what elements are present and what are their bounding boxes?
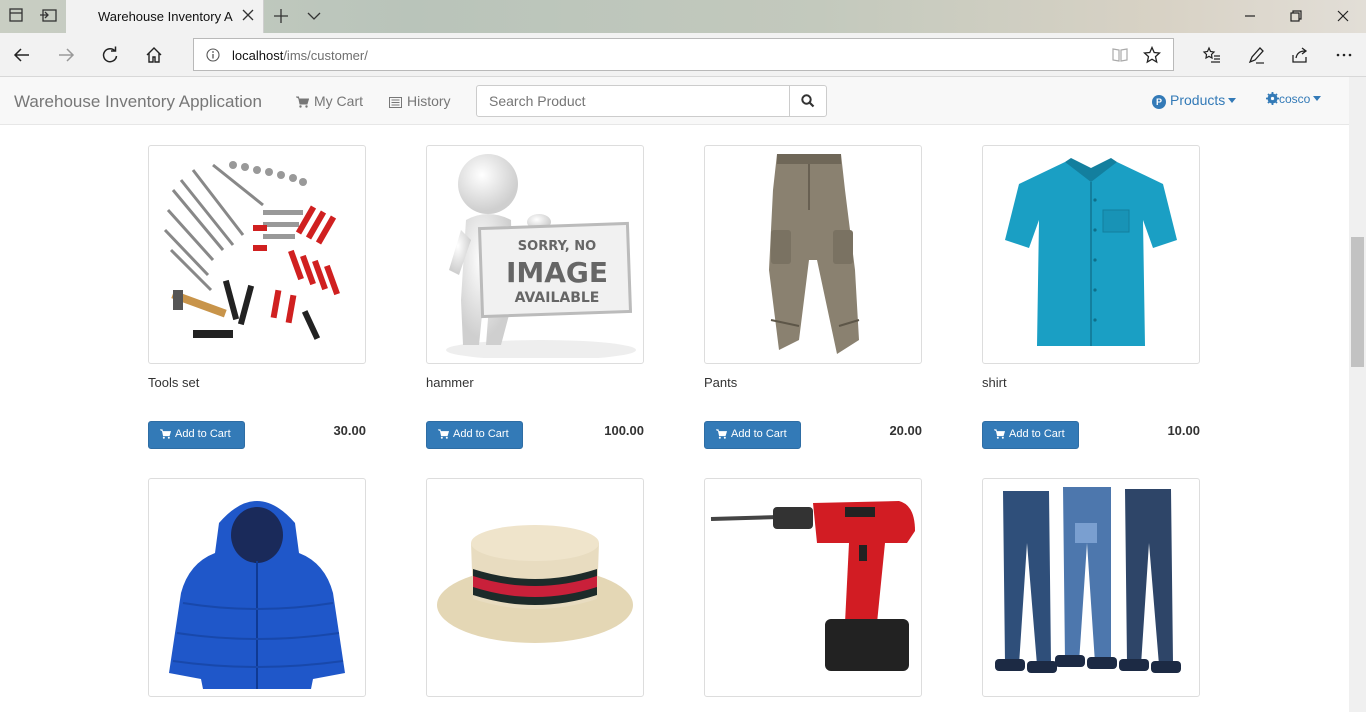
add-to-cart-button[interactable]: Add to Cart <box>982 421 1079 449</box>
product-price: 100.00 <box>604 423 644 438</box>
drill-image <box>710 501 915 671</box>
add-to-cart-label: Add to Cart <box>175 428 231 440</box>
products-badge-icon: P <box>1152 95 1166 109</box>
products-dropdown[interactable]: P Products <box>1152 92 1237 109</box>
jeans-image <box>995 487 1181 673</box>
cart-icon <box>296 96 310 108</box>
product-price: 30.00 <box>333 423 366 438</box>
product-name[interactable]: hammer <box>426 375 474 390</box>
gear-icon <box>1266 92 1279 105</box>
product-name[interactable]: Pants <box>704 375 737 390</box>
search-input[interactable] <box>476 85 790 117</box>
cart-icon <box>716 429 728 439</box>
add-to-cart-label: Add to Cart <box>1009 428 1065 440</box>
restore-icon[interactable] <box>1288 8 1304 24</box>
history-label: History <box>407 93 451 109</box>
product-image-jacket[interactable] <box>148 478 366 697</box>
product-image-shirt[interactable] <box>982 145 1200 364</box>
product-image-tools-set[interactable] <box>148 145 366 364</box>
hat-image <box>437 525 633 643</box>
search-icon <box>801 94 815 108</box>
share-icon[interactable] <box>1290 45 1310 65</box>
browser-tab-bar: Warehouse Inventory Ap <box>0 0 1366 33</box>
browser-address-bar: localhost/ims/customer/ <box>0 33 1366 77</box>
cart-icon <box>994 429 1006 439</box>
user-label: cosco <box>1279 92 1311 106</box>
caret-down-icon <box>1228 98 1237 103</box>
product-image-hammer[interactable]: SORRY, NO IMAGE AVAILABLE <box>426 145 644 364</box>
shirt-image <box>1005 158 1177 346</box>
browser-tab-active[interactable]: Warehouse Inventory Ap <box>66 0 264 33</box>
no-image-placeholder: SORRY, NO IMAGE AVAILABLE <box>446 154 636 358</box>
add-to-cart-label: Add to Cart <box>731 428 787 440</box>
product-price: 10.00 <box>1167 423 1200 438</box>
product-image-hat[interactable] <box>426 478 644 697</box>
set-aside-tabs-icon[interactable] <box>40 8 58 24</box>
product-name[interactable]: Tools set <box>148 375 199 390</box>
search-button[interactable] <box>789 85 827 117</box>
caret-down-icon <box>1313 96 1322 101</box>
add-to-cart-button[interactable]: Add to Cart <box>426 421 523 449</box>
app-navbar: Warehouse Inventory Application My Cart … <box>0 77 1349 125</box>
product-image-jeans[interactable] <box>982 478 1200 697</box>
more-options-icon[interactable] <box>1334 45 1354 65</box>
list-icon <box>389 97 402 108</box>
favorites-hub-icon[interactable] <box>1202 45 1222 65</box>
url-text: localhost/ims/customer/ <box>232 48 368 63</box>
add-to-cart-button[interactable]: Add to Cart <box>704 421 801 449</box>
pants-image <box>769 154 860 354</box>
pen-notes-icon[interactable] <box>1246 45 1266 65</box>
product-image-pants[interactable] <box>704 145 922 364</box>
url-path: /ims/customer/ <box>283 48 368 63</box>
tools-set-image <box>163 161 340 340</box>
close-tab-icon[interactable] <box>241 8 255 22</box>
add-to-cart-button[interactable]: Add to Cart <box>148 421 245 449</box>
tab-title: Warehouse Inventory Ap <box>98 9 233 24</box>
page-scrollbar[interactable] <box>1349 77 1366 712</box>
no-image-line2: IMAGE <box>506 256 608 289</box>
products-label: Products <box>1170 92 1226 108</box>
back-icon[interactable] <box>12 45 32 65</box>
forward-icon[interactable] <box>56 45 76 65</box>
info-icon[interactable] <box>206 48 220 62</box>
refresh-icon[interactable] <box>100 45 120 65</box>
cart-icon <box>160 429 172 439</box>
app-brand[interactable]: Warehouse Inventory Application <box>14 92 262 112</box>
my-cart-label: My Cart <box>314 93 363 109</box>
scrollbar-thumb[interactable] <box>1351 237 1364 367</box>
minimize-icon[interactable] <box>1242 8 1258 24</box>
no-image-line1: SORRY, NO <box>518 239 596 254</box>
product-price: 20.00 <box>889 423 922 438</box>
page-content: Warehouse Inventory Application My Cart … <box>0 77 1366 712</box>
favorite-star-icon[interactable] <box>1143 46 1161 64</box>
product-image-drill[interactable] <box>704 478 922 697</box>
my-cart-link[interactable]: My Cart <box>296 93 363 109</box>
chevron-down-icon[interactable] <box>306 9 322 23</box>
add-to-cart-label: Add to Cart <box>453 428 509 440</box>
reading-view-icon[interactable] <box>1111 47 1129 63</box>
cart-icon <box>438 429 450 439</box>
jacket-image <box>169 501 345 689</box>
url-field[interactable]: localhost/ims/customer/ <box>193 38 1174 71</box>
user-dropdown[interactable]: cosco <box>1266 92 1322 106</box>
history-link[interactable]: History <box>389 93 451 109</box>
close-window-icon[interactable] <box>1335 8 1351 24</box>
home-icon[interactable] <box>144 45 164 65</box>
tab-actions-icon[interactable] <box>8 8 26 24</box>
product-name[interactable]: shirt <box>982 375 1007 390</box>
url-host: localhost <box>232 48 284 63</box>
new-tab-icon[interactable] <box>273 8 289 24</box>
no-image-line3: AVAILABLE <box>515 290 600 306</box>
